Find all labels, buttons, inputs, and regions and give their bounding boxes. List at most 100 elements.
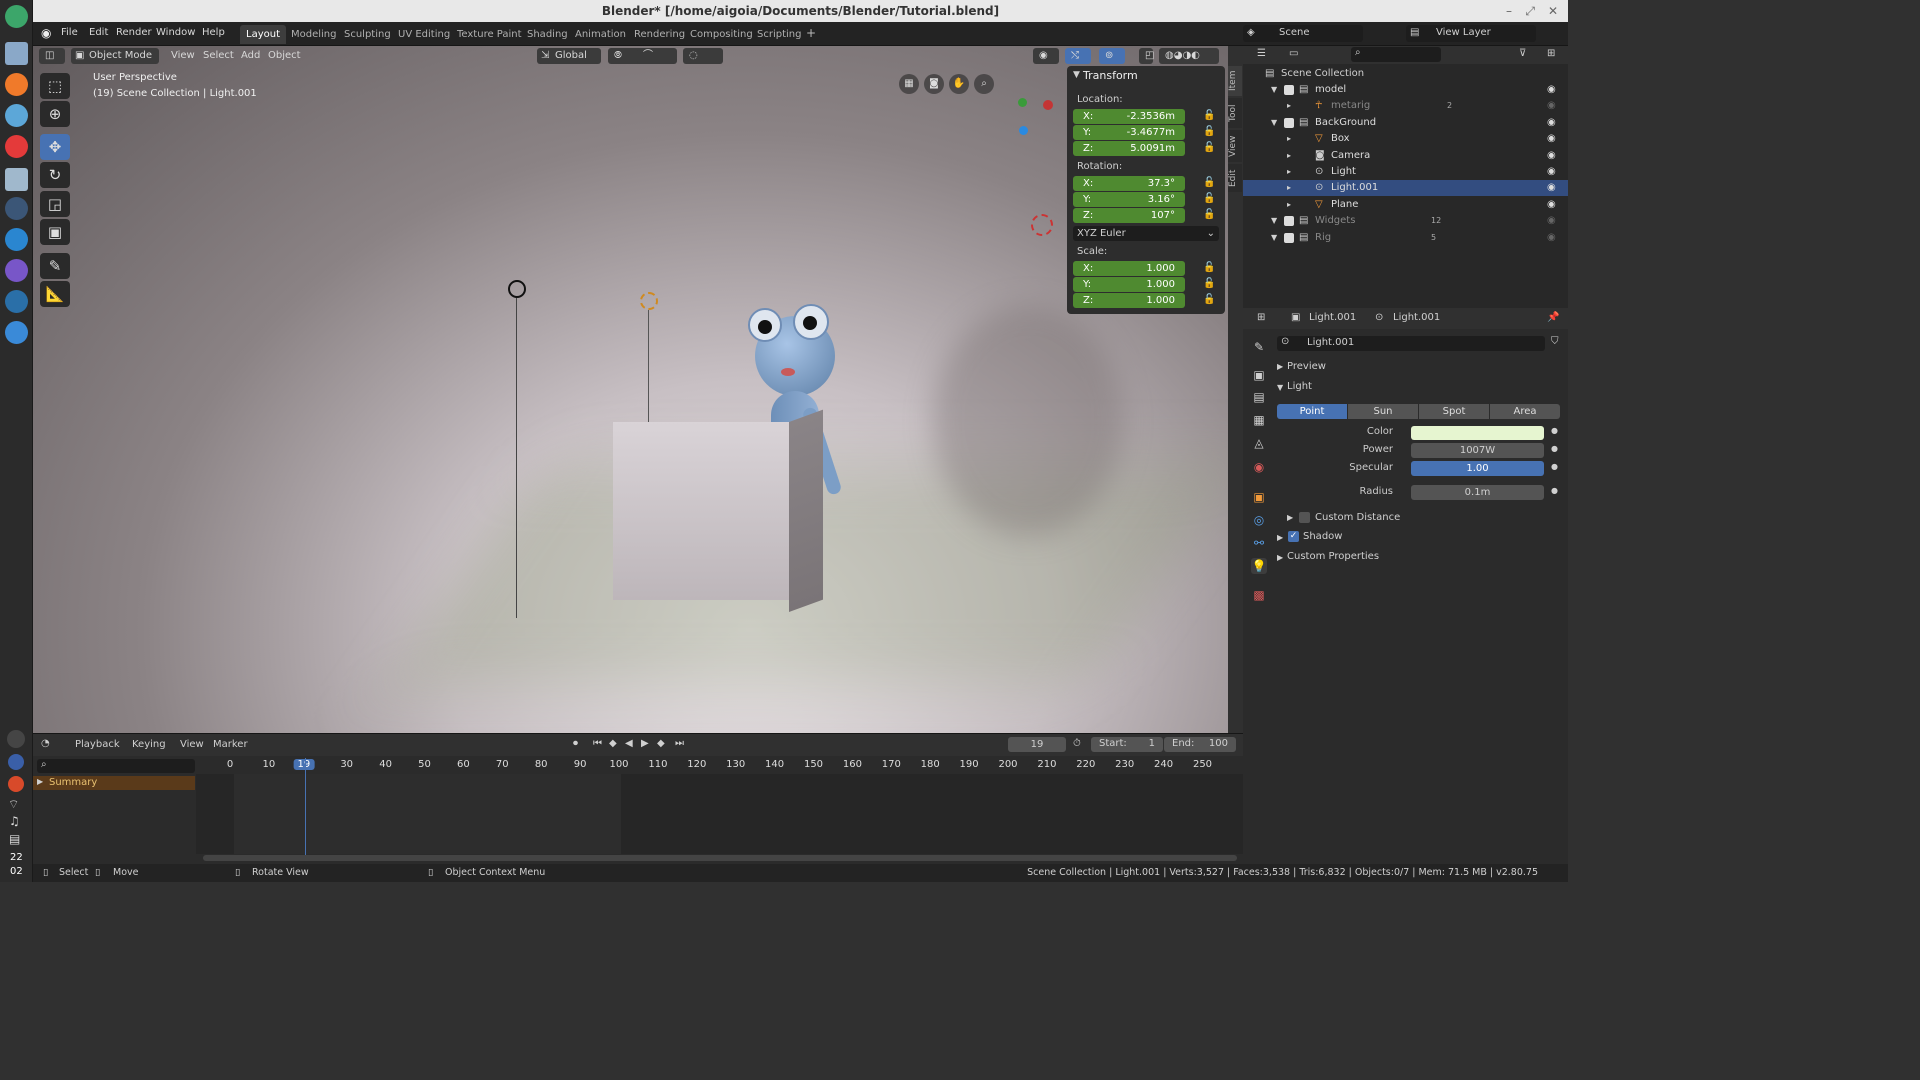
object-tab-icon[interactable]: ▣: [1251, 489, 1267, 505]
scene-selector[interactable]: ◈ Scene: [1243, 25, 1363, 42]
outliner-row-model[interactable]: ▼ ▤ model ◉: [1243, 82, 1568, 98]
measure-tool[interactable]: 📐: [40, 281, 70, 307]
play-reverse-icon[interactable]: ◀: [625, 738, 633, 749]
expand-chevron-icon[interactable]: ▶: [1287, 513, 1293, 522]
tab-texture-paint[interactable]: Texture Paint: [451, 25, 528, 44]
shadow-section[interactable]: Shadow: [1303, 531, 1342, 542]
visibility-eye-icon[interactable]: ◉: [1547, 164, 1556, 180]
radius-field[interactable]: 0.1m: [1411, 485, 1544, 500]
wifi-icon[interactable]: ⌔: [8, 797, 19, 812]
view-menu[interactable]: View: [165, 48, 201, 64]
output-tab-icon[interactable]: ▤: [1251, 389, 1267, 405]
rotate-tool[interactable]: ↻: [40, 162, 70, 188]
lock-icon[interactable]: 🔓: [1203, 110, 1215, 121]
light-color-swatch[interactable]: [1411, 426, 1544, 440]
outliner-row-widgets[interactable]: ▼ ▤ Widgets 12 ◉: [1243, 213, 1568, 229]
preview-range-icon[interactable]: ⏱: [1073, 738, 1081, 749]
selected-light-gizmo[interactable]: [640, 292, 658, 310]
editor-type-icon[interactable]: ◫: [39, 48, 65, 64]
outliner-row-metarig[interactable]: ▸ ☥ metarig 2 ◉: [1243, 98, 1568, 114]
summary-row[interactable]: ▶ Summary: [33, 776, 195, 790]
keyframe-dot-icon[interactable]: ●: [1551, 444, 1558, 453]
editor-type-icon[interactable]: ◔: [41, 738, 50, 749]
axis-y-icon[interactable]: [1018, 98, 1027, 107]
keyframe-dot-icon[interactable]: ●: [1551, 462, 1558, 471]
lock-icon[interactable]: 🔓: [1203, 209, 1215, 220]
axis-z-icon[interactable]: [1019, 126, 1028, 135]
overlay-toggle-icon[interactable]: ⊚: [1099, 48, 1125, 64]
texture-tab-icon[interactable]: ▩: [1251, 587, 1267, 603]
cursor-tool[interactable]: ⊕: [40, 101, 70, 127]
blender-logo-icon[interactable]: ◉: [41, 26, 51, 40]
tab-sculpting[interactable]: Sculpting: [338, 25, 397, 44]
folder-icon[interactable]: [5, 168, 28, 191]
menu-window[interactable]: Window: [156, 27, 195, 38]
outliner-row-light[interactable]: ▸ ⊙ Light ◉: [1243, 164, 1568, 180]
move-tool[interactable]: ✥: [40, 134, 70, 160]
object-menu[interactable]: Object: [262, 48, 307, 64]
expand-chevron-icon[interactable]: ▶: [37, 777, 43, 786]
tab-view[interactable]: View: [1228, 130, 1242, 162]
type-spot-button[interactable]: Spot: [1419, 404, 1489, 419]
box-mesh-side[interactable]: [789, 409, 823, 612]
tab-item[interactable]: Item: [1228, 66, 1242, 96]
toggle-camera-view-icon[interactable]: ▦: [899, 74, 919, 94]
play-icon[interactable]: ▶: [641, 738, 649, 749]
visibility-eye-icon[interactable]: ◉: [1547, 230, 1556, 246]
tab-scripting[interactable]: Scripting: [751, 25, 807, 44]
enable-checkbox[interactable]: [1284, 85, 1294, 95]
lock-icon[interactable]: 🔓: [1203, 193, 1215, 204]
steam-icon[interactable]: [5, 290, 28, 313]
transform-tool[interactable]: ▣: [40, 219, 70, 245]
visibility-icon[interactable]: ◉: [1033, 48, 1059, 64]
playhead-line[interactable]: [305, 758, 306, 856]
tab-shading[interactable]: Shading: [521, 25, 574, 44]
end-frame-field[interactable]: End: 100: [1164, 737, 1236, 752]
record-icon[interactable]: ⏺: [573, 738, 578, 749]
next-keyframe-icon[interactable]: ◆: [657, 738, 665, 749]
outliner-row-box[interactable]: ▸ ▽ Box ◉: [1243, 131, 1568, 147]
menu-file[interactable]: File: [61, 27, 78, 38]
menu-help[interactable]: Help: [202, 27, 225, 38]
custom-distance-checkbox[interactable]: [1299, 512, 1310, 523]
jump-start-icon[interactable]: ⏮: [593, 738, 602, 749]
keyframe-dot-icon[interactable]: ●: [1551, 486, 1558, 495]
render-tab-icon[interactable]: ▣: [1251, 367, 1267, 383]
outliner-row-plane[interactable]: ▸ ▽ Plane ◉: [1243, 197, 1568, 213]
visibility-eye-icon[interactable]: ◉: [1547, 131, 1556, 147]
expand-chevron-icon[interactable]: ▶: [1277, 362, 1283, 371]
power-field[interactable]: 1007W: [1411, 443, 1544, 458]
annotate-tool[interactable]: ✎: [40, 253, 70, 279]
outliner-search-input[interactable]: ⌕: [1351, 47, 1441, 62]
files-icon[interactable]: [5, 42, 28, 65]
expand-chevron-icon[interactable]: ▸: [1287, 164, 1291, 180]
chrome-icon[interactable]: [5, 104, 28, 127]
box-mesh-front[interactable]: [613, 422, 789, 600]
start-frame-field[interactable]: Start: 1: [1091, 737, 1163, 752]
axis-x-icon[interactable]: [1043, 100, 1053, 110]
visibility-eye-icon[interactable]: ◉: [1547, 213, 1556, 229]
filter-icon[interactable]: ⊽: [1519, 48, 1526, 59]
tab-tool[interactable]: Tool: [1228, 98, 1242, 128]
pan-hand-icon[interactable]: ✋: [949, 74, 969, 94]
expand-chevron-icon[interactable]: ▼: [1271, 230, 1277, 246]
outliner-row-background[interactable]: ▼ ▤ BackGround ◉: [1243, 115, 1568, 131]
jump-end-icon[interactable]: ⏭: [675, 738, 684, 749]
3d-cursor[interactable]: [1031, 214, 1053, 236]
clipboard-icon[interactable]: ▤: [9, 832, 20, 846]
camera-view-icon[interactable]: ◙: [924, 74, 944, 94]
expand-chevron-icon[interactable]: ▸: [1287, 148, 1291, 164]
opera-icon[interactable]: [5, 135, 28, 158]
collapse-chevron-icon[interactable]: ▼: [1277, 383, 1283, 392]
outliner-row-light-001[interactable]: ▸ ⊙ Light.001 ◉: [1243, 180, 1568, 197]
firefox-icon[interactable]: [8, 776, 24, 792]
add-workspace-icon[interactable]: +: [806, 26, 816, 40]
view-menu[interactable]: View: [180, 739, 204, 750]
new-collection-icon[interactable]: ⊞: [1547, 48, 1555, 59]
expand-chevron-icon[interactable]: ▼: [1271, 213, 1277, 229]
shield-icon[interactable]: [7, 730, 25, 748]
proportional-edit-icon[interactable]: ◌: [683, 48, 723, 64]
timeline-scrollbar[interactable]: [203, 855, 1237, 861]
rotation-x-field[interactable]: X: 37.3°: [1073, 176, 1185, 191]
collapse-chevron-icon[interactable]: ▼: [1073, 70, 1080, 80]
